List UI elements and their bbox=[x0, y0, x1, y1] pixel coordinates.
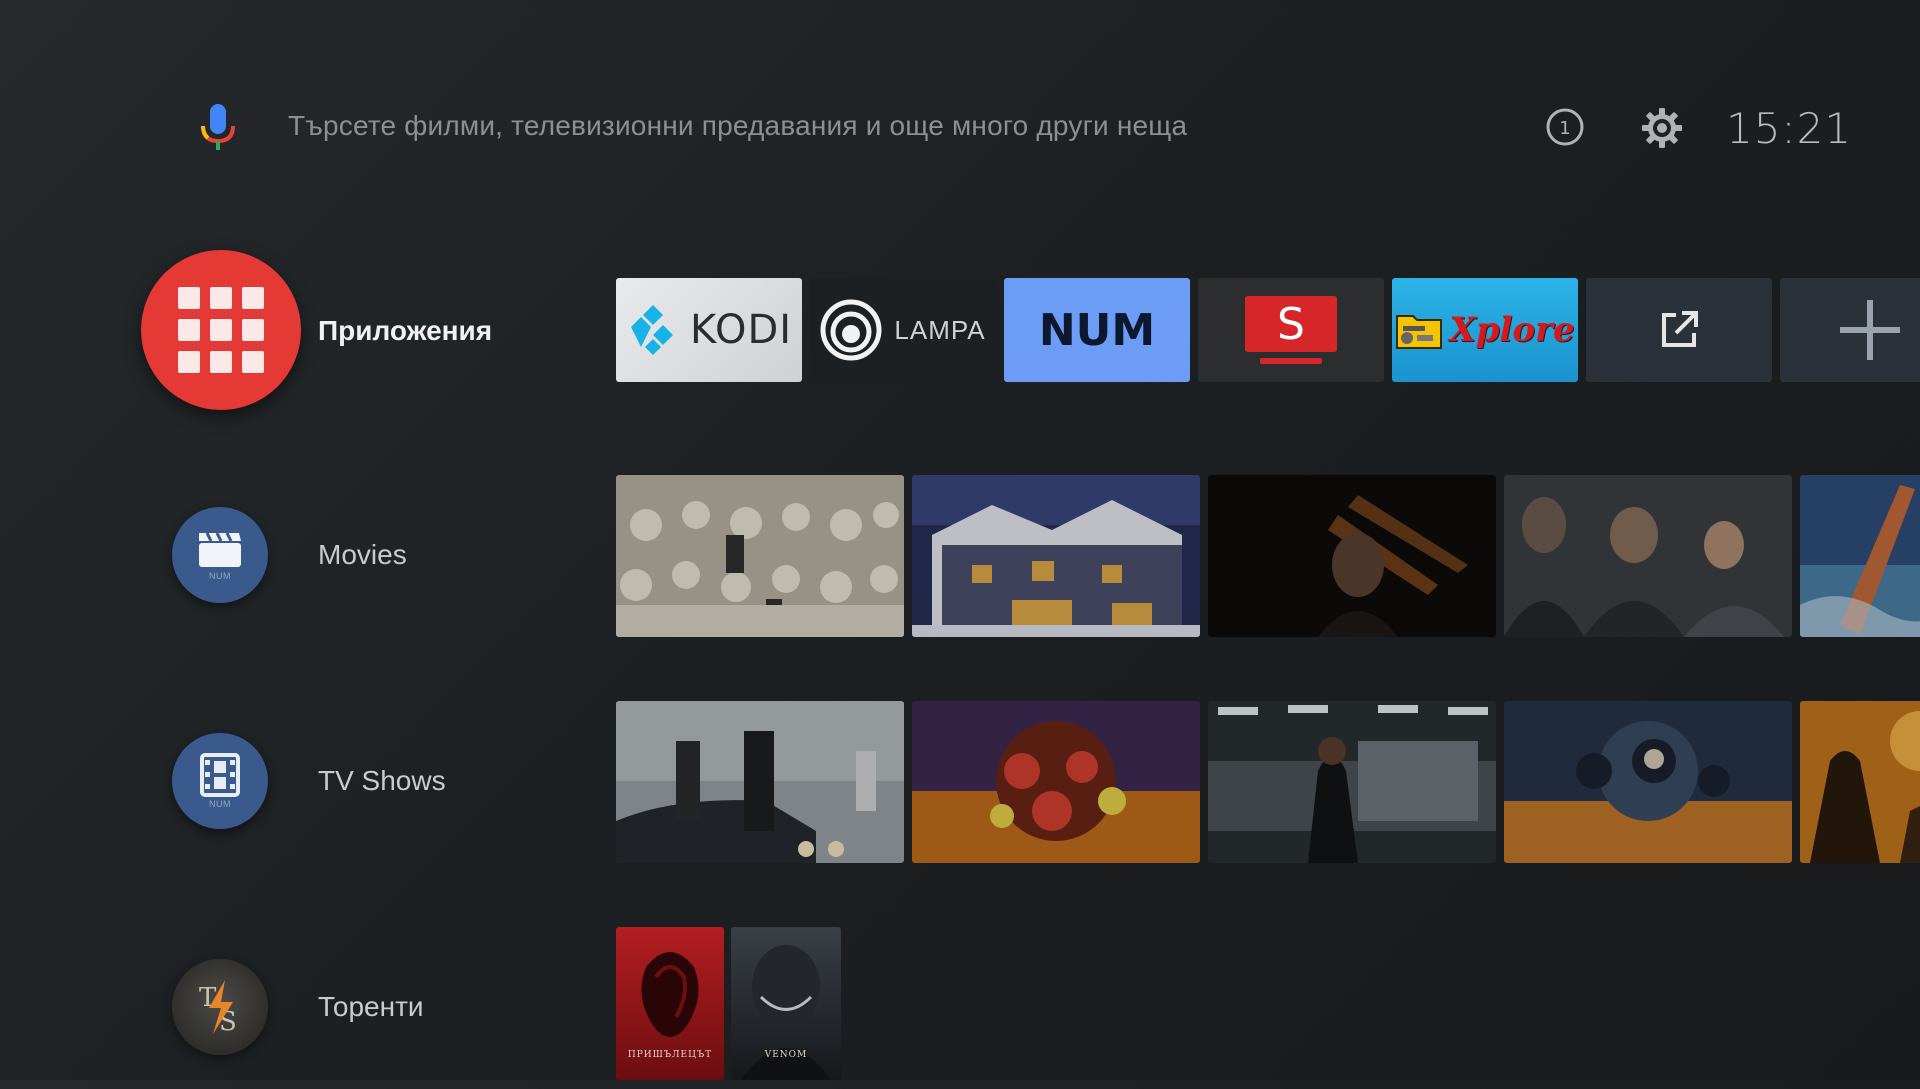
notification-button[interactable]: 1 bbox=[1545, 107, 1585, 147]
app-tile-s[interactable]: S bbox=[1198, 278, 1384, 382]
tv-shows-row-label: TV Shows bbox=[318, 765, 446, 796]
app-name-xplore: Xplore bbox=[1449, 310, 1575, 350]
torrents-row-label: Торенти bbox=[318, 991, 424, 1022]
torrent-poster-card[interactable]: VENOM bbox=[731, 927, 841, 1080]
movies-badge: NUM bbox=[209, 571, 231, 581]
s-app-logo-icon: S bbox=[1245, 296, 1337, 352]
app-name-num: NUM bbox=[1038, 304, 1156, 356]
movie-card[interactable] bbox=[1208, 475, 1496, 637]
svg-text:T: T bbox=[199, 983, 217, 1013]
app-name-kodi: KODI bbox=[689, 307, 793, 353]
lampa-logo-icon bbox=[820, 299, 882, 361]
app-name-s: S bbox=[1277, 298, 1305, 350]
tv-show-card[interactable] bbox=[1208, 701, 1496, 863]
movies-channel-button[interactable]: NUM bbox=[172, 507, 268, 603]
movie-card[interactable] bbox=[1800, 475, 1920, 637]
film-icon bbox=[200, 753, 240, 797]
movies-row: NUM Movies bbox=[0, 475, 1920, 637]
notification-count: 1 bbox=[1559, 118, 1570, 139]
movie-card[interactable] bbox=[616, 475, 904, 637]
tv-show-card[interactable] bbox=[1504, 701, 1792, 863]
apps-row-label: Приложения bbox=[318, 315, 493, 346]
poster-title: ПРИШЪЛЕЦЪТ bbox=[627, 1050, 713, 1060]
kodi-logo-icon bbox=[630, 305, 673, 355]
app-tile-xplore[interactable]: Xplore bbox=[1392, 278, 1578, 382]
clock: 15:21 bbox=[1726, 104, 1853, 153]
torrent-poster-card[interactable]: ПРИШЪЛЕЦЪТ bbox=[616, 927, 724, 1080]
tv-show-card[interactable] bbox=[1800, 701, 1920, 863]
xplore-folder-icon bbox=[1396, 315, 1443, 349]
search-input[interactable]: Търсете филми, телевизионни предавания и… bbox=[288, 110, 1187, 142]
torrents-row: T S Торенти ПРИШЪЛЕЦЪТ VENOM bbox=[0, 927, 1920, 1089]
torrents-channel-button[interactable]: T S bbox=[172, 959, 268, 1055]
apps-row: Приложения KODI LAMPA NUM S Xplore bbox=[0, 250, 1920, 412]
app-tile-open-external[interactable] bbox=[1586, 278, 1772, 382]
movie-card[interactable] bbox=[912, 475, 1200, 637]
s-app-underline bbox=[1260, 358, 1322, 364]
poster-title: VENOM bbox=[764, 1050, 808, 1060]
tv-shows-badge: NUM bbox=[209, 799, 231, 809]
add-app-button[interactable] bbox=[1780, 278, 1920, 382]
app-tile-num[interactable]: NUM bbox=[1004, 278, 1190, 382]
tv-show-card[interactable] bbox=[912, 701, 1200, 863]
tv-shows-row: NUM TV Shows bbox=[0, 701, 1920, 863]
torrserve-icon: T S bbox=[199, 980, 237, 1037]
open-external-icon bbox=[1662, 311, 1698, 347]
app-tile-kodi[interactable]: KODI bbox=[616, 278, 802, 382]
tv-shows-channel-button[interactable]: NUM bbox=[172, 733, 268, 829]
movie-card[interactable] bbox=[1504, 475, 1792, 637]
app-name-lampa: LAMPA bbox=[894, 314, 986, 345]
apps-grid-button[interactable] bbox=[141, 250, 301, 410]
apps-grid-icon bbox=[178, 287, 264, 373]
app-tile-lampa[interactable]: LAMPA bbox=[810, 278, 996, 382]
tv-show-card[interactable] bbox=[616, 701, 904, 863]
top-bar: Търсете филми, телевизионни предавания и… bbox=[0, 0, 1920, 260]
movies-row-label: Movies bbox=[318, 539, 407, 570]
notification-icon: 1 bbox=[1546, 108, 1584, 146]
mic-icon[interactable] bbox=[198, 104, 238, 154]
clapperboard-icon bbox=[199, 532, 241, 567]
settings-gear-icon[interactable] bbox=[1641, 107, 1683, 149]
add-icon bbox=[1840, 300, 1900, 360]
